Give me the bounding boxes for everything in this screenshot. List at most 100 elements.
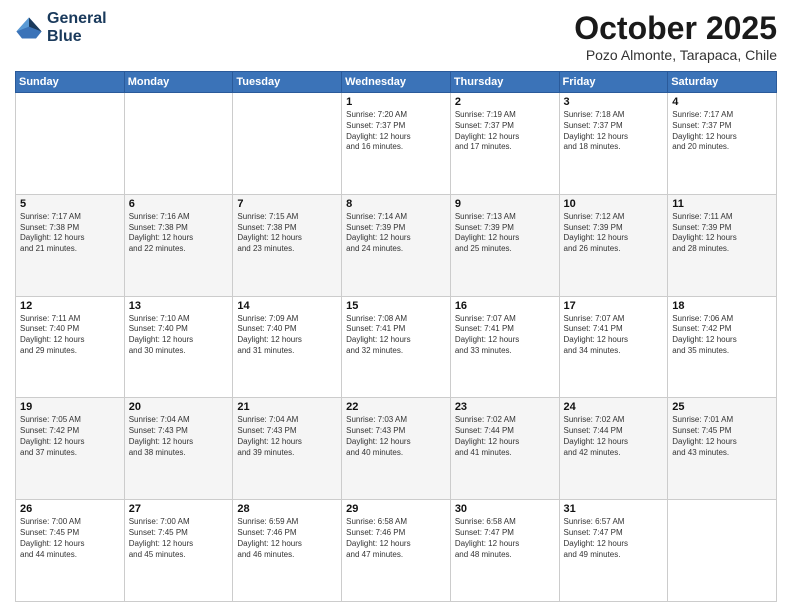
- logo-icon: [15, 14, 43, 42]
- calendar-cell: 16 Sunrise: 7:07 AM Sunset: 7:41 PM Dayli…: [450, 296, 559, 398]
- cell-day-number: 5: [20, 198, 120, 210]
- logo-line2: Blue: [47, 28, 107, 46]
- cell-info-text: Sunrise: 6:57 AM Sunset: 7:47 PM Dayligh…: [564, 517, 664, 560]
- cell-day-number: 13: [129, 300, 229, 312]
- cell-day-number: 20: [129, 401, 229, 413]
- cell-info-text: Sunrise: 7:19 AM Sunset: 7:37 PM Dayligh…: [455, 110, 555, 153]
- calendar-cell: 20Sunrise: 7:04 AM Sunset: 7:43 PM Dayli…: [124, 398, 233, 500]
- cell-day-number: 31: [564, 503, 664, 515]
- calendar-cell: 6 Sunrise: 7:16 AM Sunset: 7:38 PM Daylig…: [124, 194, 233, 296]
- cell-info-text: Sunrise: 7:08 AM Sunset: 7:41 PM Dayligh…: [346, 314, 446, 357]
- cell-day-number: 7: [237, 198, 337, 210]
- cell-day-number: 10: [564, 198, 664, 210]
- calendar-cell: 24 Sunrise: 7:02 AM Sunset: 7:44 PM Dayli…: [559, 398, 668, 500]
- cell-info-text: Sunrise: 7:17 AM Sunset: 7:38 PM Dayligh…: [20, 212, 120, 255]
- location-subtitle: Pozo Almonte, Tarapaca, Chile: [574, 47, 777, 63]
- calendar-cell: 29 Sunrise: 6:58 AM Sunset: 7:46 PM Dayli…: [342, 500, 451, 602]
- col-monday: Monday: [124, 72, 233, 93]
- cell-info-text: Sunrise: 7:11 AM Sunset: 7:39 PM Dayligh…: [672, 212, 772, 255]
- col-saturday: Saturday: [668, 72, 777, 93]
- cell-info-text: Sunrise: 7:16 AM Sunset: 7:38 PM Dayligh…: [129, 212, 229, 255]
- cell-info-text: Sunrise: 7:20 AM Sunset: 7:37 PM Dayligh…: [346, 110, 446, 153]
- cell-day-number: 27: [129, 503, 229, 515]
- calendar-cell: 21 Sunrise: 7:04 AM Sunset: 7:43 PM Dayli…: [233, 398, 342, 500]
- calendar-cell: 18 Sunrise: 7:06 AM Sunset: 7:42 PM Dayli…: [668, 296, 777, 398]
- cell-info-text: Sunrise: 6:58 AM Sunset: 7:46 PM Dayligh…: [346, 517, 446, 560]
- calendar-cell: 25Sunrise: 7:01 AM Sunset: 7:45 PM Dayli…: [668, 398, 777, 500]
- logo: General Blue: [15, 10, 107, 45]
- cell-info-text: Sunrise: 7:13 AM Sunset: 7:39 PM Dayligh…: [455, 212, 555, 255]
- col-wednesday: Wednesday: [342, 72, 451, 93]
- calendar-week-row-1: 5 Sunrise: 7:17 AM Sunset: 7:38 PM Daylig…: [16, 194, 777, 296]
- calendar-cell: 14Sunrise: 7:09 AM Sunset: 7:40 PM Dayli…: [233, 296, 342, 398]
- calendar-cell: [16, 93, 125, 195]
- calendar-cell: 23 Sunrise: 7:02 AM Sunset: 7:44 PM Dayli…: [450, 398, 559, 500]
- calendar-cell: 17Sunrise: 7:07 AM Sunset: 7:41 PM Dayli…: [559, 296, 668, 398]
- calendar-cell: 3 Sunrise: 7:18 AM Sunset: 7:37 PM Daylig…: [559, 93, 668, 195]
- col-friday: Friday: [559, 72, 668, 93]
- calendar-cell: 10Sunrise: 7:12 AM Sunset: 7:39 PM Dayli…: [559, 194, 668, 296]
- calendar-cell: [233, 93, 342, 195]
- calendar-cell: 22Sunrise: 7:03 AM Sunset: 7:43 PM Dayli…: [342, 398, 451, 500]
- cell-info-text: Sunrise: 7:05 AM Sunset: 7:42 PM Dayligh…: [20, 415, 120, 458]
- cell-day-number: 29: [346, 503, 446, 515]
- col-tuesday: Tuesday: [233, 72, 342, 93]
- calendar-week-row-3: 19 Sunrise: 7:05 AM Sunset: 7:42 PM Dayli…: [16, 398, 777, 500]
- cell-info-text: Sunrise: 7:18 AM Sunset: 7:37 PM Dayligh…: [564, 110, 664, 153]
- cell-day-number: 19: [20, 401, 120, 413]
- header: General Blue October 2025 Pozo Almonte, …: [15, 10, 777, 63]
- calendar-cell: 1 Sunrise: 7:20 AM Sunset: 7:37 PM Daylig…: [342, 93, 451, 195]
- cell-info-text: Sunrise: 7:07 AM Sunset: 7:41 PM Dayligh…: [455, 314, 555, 357]
- cell-day-number: 26: [20, 503, 120, 515]
- calendar-cell: 11 Sunrise: 7:11 AM Sunset: 7:39 PM Dayli…: [668, 194, 777, 296]
- cell-info-text: Sunrise: 7:02 AM Sunset: 7:44 PM Dayligh…: [564, 415, 664, 458]
- cell-info-text: Sunrise: 7:02 AM Sunset: 7:44 PM Dayligh…: [455, 415, 555, 458]
- cell-day-number: 1: [346, 96, 446, 108]
- calendar-week-row-0: 1 Sunrise: 7:20 AM Sunset: 7:37 PM Daylig…: [16, 93, 777, 195]
- cell-day-number: 9: [455, 198, 555, 210]
- calendar-header-row: Sunday Monday Tuesday Wednesday Thursday…: [16, 72, 777, 93]
- cell-day-number: 25: [672, 401, 772, 413]
- cell-day-number: 11: [672, 198, 772, 210]
- calendar-cell: 12 Sunrise: 7:11 AM Sunset: 7:40 PM Dayli…: [16, 296, 125, 398]
- cell-day-number: 16: [455, 300, 555, 312]
- page: General Blue October 2025 Pozo Almonte, …: [0, 0, 792, 612]
- cell-info-text: Sunrise: 7:03 AM Sunset: 7:43 PM Dayligh…: [346, 415, 446, 458]
- cell-day-number: 2: [455, 96, 555, 108]
- cell-day-number: 28: [237, 503, 337, 515]
- cell-info-text: Sunrise: 6:58 AM Sunset: 7:47 PM Dayligh…: [455, 517, 555, 560]
- logo-text: General Blue: [47, 10, 107, 45]
- cell-day-number: 23: [455, 401, 555, 413]
- cell-info-text: Sunrise: 7:06 AM Sunset: 7:42 PM Dayligh…: [672, 314, 772, 357]
- cell-day-number: 24: [564, 401, 664, 413]
- calendar-cell: 15 Sunrise: 7:08 AM Sunset: 7:41 PM Dayli…: [342, 296, 451, 398]
- cell-info-text: Sunrise: 7:07 AM Sunset: 7:41 PM Dayligh…: [564, 314, 664, 357]
- cell-day-number: 15: [346, 300, 446, 312]
- cell-day-number: 21: [237, 401, 337, 413]
- calendar-week-row-4: 26 Sunrise: 7:00 AM Sunset: 7:45 PM Dayli…: [16, 500, 777, 602]
- calendar-cell: 8Sunrise: 7:14 AM Sunset: 7:39 PM Daylig…: [342, 194, 451, 296]
- calendar-cell: 30 Sunrise: 6:58 AM Sunset: 7:47 PM Dayli…: [450, 500, 559, 602]
- calendar-cell: 26 Sunrise: 7:00 AM Sunset: 7:45 PM Dayli…: [16, 500, 125, 602]
- cell-info-text: Sunrise: 7:14 AM Sunset: 7:39 PM Dayligh…: [346, 212, 446, 255]
- calendar-cell: [668, 500, 777, 602]
- cell-info-text: Sunrise: 7:11 AM Sunset: 7:40 PM Dayligh…: [20, 314, 120, 357]
- calendar-cell: 13Sunrise: 7:10 AM Sunset: 7:40 PM Dayli…: [124, 296, 233, 398]
- cell-day-number: 12: [20, 300, 120, 312]
- logo-line1: General: [47, 10, 107, 28]
- col-sunday: Sunday: [16, 72, 125, 93]
- cell-info-text: Sunrise: 7:00 AM Sunset: 7:45 PM Dayligh…: [20, 517, 120, 560]
- cell-day-number: 18: [672, 300, 772, 312]
- calendar-cell: 28Sunrise: 6:59 AM Sunset: 7:46 PM Dayli…: [233, 500, 342, 602]
- calendar-cell: 2 Sunrise: 7:19 AM Sunset: 7:37 PM Daylig…: [450, 93, 559, 195]
- cell-info-text: Sunrise: 7:17 AM Sunset: 7:37 PM Dayligh…: [672, 110, 772, 153]
- cell-day-number: 4: [672, 96, 772, 108]
- cell-day-number: 30: [455, 503, 555, 515]
- cell-info-text: Sunrise: 7:15 AM Sunset: 7:38 PM Dayligh…: [237, 212, 337, 255]
- cell-day-number: 6: [129, 198, 229, 210]
- calendar-cell: 19 Sunrise: 7:05 AM Sunset: 7:42 PM Dayli…: [16, 398, 125, 500]
- cell-info-text: Sunrise: 7:04 AM Sunset: 7:43 PM Dayligh…: [237, 415, 337, 458]
- calendar-week-row-2: 12 Sunrise: 7:11 AM Sunset: 7:40 PM Dayli…: [16, 296, 777, 398]
- calendar-cell: 7 Sunrise: 7:15 AM Sunset: 7:38 PM Daylig…: [233, 194, 342, 296]
- cell-day-number: 3: [564, 96, 664, 108]
